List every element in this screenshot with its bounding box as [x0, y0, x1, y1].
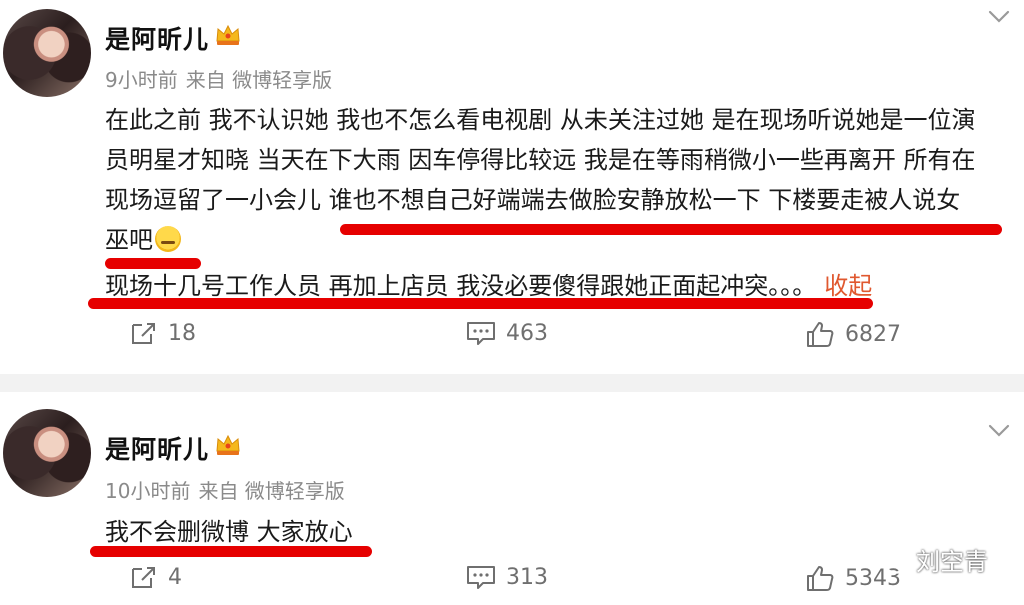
action-bar: 18 463 6827: [0, 320, 1024, 360]
username[interactable]: 是阿昕儿: [105, 430, 209, 466]
wechat-icon: [870, 545, 909, 574]
repost-button[interactable]: 18: [130, 320, 196, 346]
comment-button[interactable]: 313: [466, 564, 548, 590]
post-divider: [0, 374, 1024, 392]
user-avatar[interactable]: [3, 409, 91, 497]
red-underline-annotation: [105, 258, 201, 269]
username[interactable]: 是阿昕儿: [105, 20, 209, 56]
post-time: 10小时前: [105, 479, 191, 503]
comment-icon: [467, 566, 495, 589]
repost-count: 4: [168, 564, 182, 590]
crown-badge-icon: [216, 434, 240, 455]
red-underline-annotation: [88, 298, 873, 309]
weibo-post: 是阿昕儿 9小时前 来自 微博轻享版 在此之前 我不认识她 我也不怎么看电视剧 从…: [0, 0, 1024, 374]
thumbs-up-icon: [807, 322, 834, 347]
comment-count: 463: [506, 320, 548, 346]
content-line: 现场逗留了一小会儿 谁也不想自己好端端去做脸安静放松一下 下楼要走被人说女: [105, 186, 961, 214]
comment-count: 313: [506, 564, 548, 590]
post-meta: 9小时前 来自 微博轻享版: [105, 64, 340, 93]
post-meta: 10小时前 来自 微博轻享版: [105, 475, 353, 504]
content-line: 在此之前 我不认识她 我也不怎么看电视剧 从未关注过她 是在现场听说她是一位演: [105, 106, 976, 134]
repost-count: 18: [168, 320, 196, 346]
red-underline-annotation: [340, 224, 1002, 235]
wechat-watermark: 刘空青: [870, 542, 988, 577]
comment-icon: [467, 322, 495, 345]
comment-button[interactable]: 463: [466, 320, 548, 346]
repost-icon: [132, 323, 155, 344]
crown-badge-icon: [216, 24, 240, 45]
user-avatar[interactable]: [3, 9, 91, 97]
red-underline-annotation: [90, 546, 372, 557]
post-source: 来自 微博轻享版: [198, 479, 345, 503]
chevron-down-icon[interactable]: [988, 10, 1010, 24]
thumbs-up-icon: [807, 566, 834, 591]
chevron-down-icon[interactable]: [988, 424, 1010, 438]
post-source: 来自 微博轻享版: [185, 68, 333, 92]
content-line: 员明星才知晓 当天在下大雨 因车停得比较远 我是在等雨稍微小一些再离开 所有在: [105, 146, 976, 174]
content-text: 巫吧: [105, 226, 153, 254]
like-button[interactable]: 6827: [805, 320, 901, 348]
repost-icon: [132, 567, 155, 588]
post-time: 9小时前: [105, 68, 178, 92]
collapse-link[interactable]: 收起: [824, 272, 872, 300]
like-count: 6827: [845, 321, 901, 347]
post-content: 在此之前 我不认识她 我也不怎么看电视剧 从未关注过她 是在现场听说她是一位演 …: [105, 100, 1010, 306]
repost-button[interactable]: 4: [130, 564, 182, 590]
content-text: 现场十几号工作人员 再加上店员 我没必要傻得跟她正面起冲突。。。: [105, 272, 817, 300]
emoji-icon: [155, 226, 181, 252]
watermark-text: 刘空青: [916, 548, 988, 576]
